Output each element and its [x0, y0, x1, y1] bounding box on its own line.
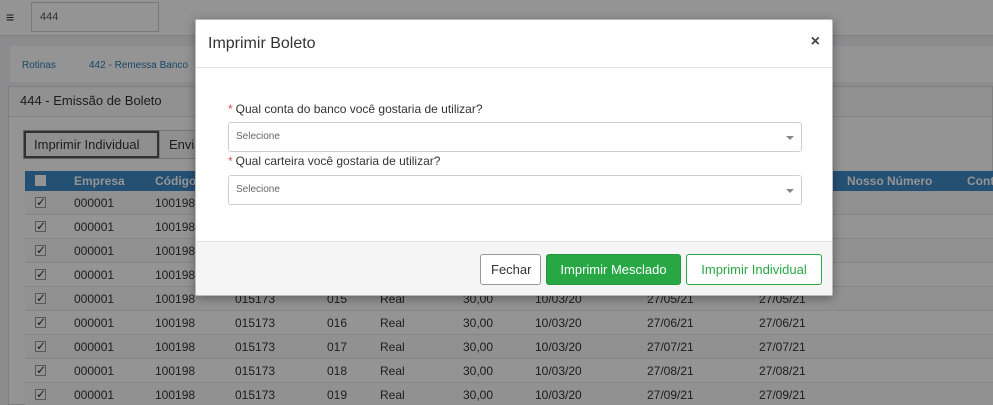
wallet-label: * Qual carteira você gostaria de utilizar… — [228, 154, 440, 168]
chevron-down-icon — [786, 189, 794, 193]
print-individual-button[interactable]: Imprimir Individual — [686, 254, 822, 285]
wallet-select-value: Selecione — [236, 184, 280, 195]
print-merged-button[interactable]: Imprimir Mesclado — [546, 254, 681, 285]
bank-account-select-value: Selecione — [236, 131, 280, 142]
bank-account-label-text: Qual conta do banco você gostaria de uti… — [235, 102, 483, 116]
bank-account-select[interactable]: Selecione — [228, 122, 802, 152]
print-boleto-modal: Imprimir Boleto × * Qual conta do banco v… — [195, 19, 833, 296]
required-marker: * — [228, 154, 233, 168]
chevron-down-icon — [786, 136, 794, 140]
bank-account-label: * Qual conta do banco você gostaria de ut… — [228, 102, 483, 116]
close-icon[interactable]: × — [811, 33, 820, 51]
wallet-select[interactable]: Selecione — [228, 175, 802, 205]
modal-footer: Fechar Imprimir Mesclado Imprimir Indivi… — [196, 241, 832, 295]
close-button[interactable]: Fechar — [480, 254, 541, 285]
required-marker: * — [228, 102, 233, 116]
wallet-label-text: Qual carteira você gostaria de utilizar? — [235, 154, 441, 168]
modal-header: Imprimir Boleto × — [196, 20, 832, 68]
modal-title: Imprimir Boleto — [208, 35, 316, 52]
